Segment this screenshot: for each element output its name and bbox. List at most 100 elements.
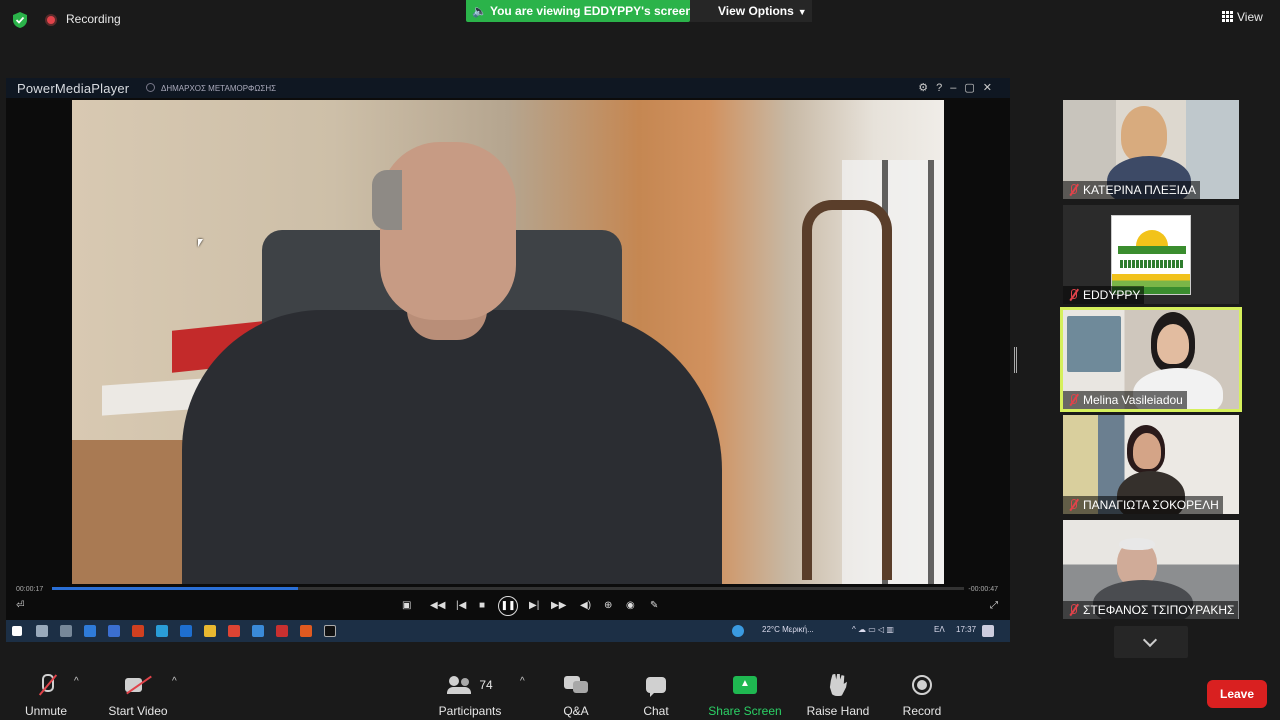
windows-start-icon[interactable]: [12, 626, 22, 636]
next-icon[interactable]: ▶|: [529, 599, 539, 613]
participant-name: ΣΤΕΦΑΝΟΣ ΤΣΙΠΟΥΡΑΚΗΣ: [1063, 601, 1239, 619]
participant-tile[interactable]: ΚΑΤΕΡΙΝΑ ΠΛΕΞΙΔΑ: [1063, 100, 1239, 199]
meeting-toolbar: Unmute ^ Start Video ^ 74 Participants ^…: [0, 662, 1280, 720]
qa-button[interactable]: Q&A: [554, 672, 598, 718]
muted-mic-icon: [35, 673, 57, 697]
media-player-name: PowerMediaPlayer: [17, 81, 130, 96]
view-options-label: View Options: [718, 4, 794, 18]
seek-progress: [52, 587, 299, 590]
fullscreen-icon[interactable]: ⤢: [990, 599, 998, 613]
pdf-icon[interactable]: [276, 625, 288, 637]
participant-name: ΚΑΤΕΡΙΝΑ ΠΛΕΞΙΔΑ: [1063, 181, 1200, 199]
edge-icon[interactable]: [156, 625, 168, 637]
participant-tile[interactable]: ΣΤΕΦΑΝΟΣ ΤΣΙΠΟΥΡΑΚΗΣ: [1063, 520, 1239, 619]
grid-icon: [1222, 11, 1233, 22]
leave-button[interactable]: Leave: [1207, 680, 1267, 708]
folder-icon[interactable]: [204, 625, 216, 637]
participant-name-text: ΣΤΕΦΑΝΟΣ ΤΣΙΠΟΥΡΑΚΗΣ: [1083, 603, 1235, 617]
chevron-down-icon: ▼: [797, 7, 807, 17]
viewing-banner-text: You are viewing EDDYPPY's screen: [489, 4, 693, 18]
pause-icon[interactable]: ❚❚: [498, 596, 518, 616]
firefox-icon[interactable]: [300, 625, 312, 637]
start-video-button[interactable]: Start Video: [104, 672, 172, 718]
stop-icon[interactable]: ■: [479, 599, 485, 613]
back-icon[interactable]: ⏎: [16, 599, 24, 613]
raise-hand-button[interactable]: Raise Hand: [804, 672, 872, 718]
help-icon[interactable]: [732, 625, 744, 637]
office-icon[interactable]: [132, 625, 144, 637]
raise-hand-icon: [829, 674, 847, 696]
participant-name-text: ΠΑΝΑΓΙΩΤΑ ΣΟΚΟΡΕΛΗ: [1083, 498, 1219, 512]
rewind-icon[interactable]: ◀◀: [430, 599, 445, 613]
share-screen-label: Share Screen: [708, 704, 782, 718]
media-player-titlebar: PowerMediaPlayer ΔΗΜΑΡΧΟΣ ΜΕΤΑΜΟΡΦΩΣΗΣ ⚙…: [6, 78, 1010, 98]
participant-name-text: Melina Vasileiadou: [1083, 393, 1183, 407]
media-file-title: ΔΗΜΑΡΧΟΣ ΜΕΤΑΜΟΡΦΩΣΗΣ: [146, 83, 276, 93]
start-video-label: Start Video: [108, 704, 168, 718]
logo-band: [1118, 246, 1186, 254]
participant-tile[interactable]: EDDYPPY: [1063, 205, 1239, 304]
muted-mic-icon: [1067, 394, 1079, 406]
video-person-body: [182, 310, 722, 584]
record-icon: [912, 675, 932, 695]
participant-name: Melina Vasileiadou: [1063, 391, 1187, 409]
participant-video-poster: [1067, 316, 1121, 372]
unmute-button[interactable]: Unmute: [18, 672, 74, 718]
qa-label: Q&A: [563, 704, 589, 718]
window-controls: ⚙?–▢✕: [918, 82, 1000, 94]
share-screen-icon: [733, 676, 757, 694]
participant-tile-active-speaker[interactable]: Melina Vasileiadou: [1060, 307, 1242, 412]
search-icon[interactable]: [36, 625, 48, 637]
notifications-icon[interactable]: [982, 625, 994, 637]
raise-hand-label: Raise Hand: [806, 704, 870, 718]
app-icon[interactable]: [84, 625, 96, 637]
outlook-icon[interactable]: [252, 625, 264, 637]
video-off-icon: [125, 676, 151, 694]
recording-label: Recording: [66, 12, 121, 26]
gallery-next-page-button[interactable]: [1114, 626, 1188, 658]
share-screen-button[interactable]: Share Screen: [706, 672, 784, 718]
chat-icon: [646, 677, 666, 697]
previous-icon[interactable]: |◀: [456, 599, 466, 613]
logo-text: [1120, 260, 1184, 268]
view-button[interactable]: View: [1214, 6, 1272, 28]
participant-video-face: [1133, 433, 1161, 469]
volume-icon[interactable]: ◀): [580, 599, 591, 613]
video-person-head: [380, 142, 516, 320]
panel-splitter-handle[interactable]: [1014, 347, 1017, 373]
video-wooden-chair: [802, 200, 892, 580]
playlist-icon[interactable]: ▣: [402, 599, 411, 613]
participant-tile[interactable]: ΠΑΝΑΓΙΩΤΑ ΣΟΚΟΡΕΛΗ: [1063, 415, 1239, 514]
participant-name-text: EDDYPPY: [1083, 288, 1141, 302]
video-options-caret-icon[interactable]: ^: [172, 676, 177, 687]
media-controls: ⏎ ▣ ◀◀ |◀ ■ ❚❚ ▶| ▶▶ ◀) ⊕ ◉ ✎ ⤢: [6, 594, 1010, 618]
disc-icon: [146, 83, 155, 92]
seek-bar[interactable]: [52, 587, 964, 590]
fast-forward-icon[interactable]: ▶▶: [551, 599, 566, 613]
participant-name: ΠΑΝΑΓΙΩΤΑ ΣΟΚΟΡΕΛΗ: [1063, 496, 1223, 514]
participant-video-hair: [1119, 538, 1155, 550]
taskbar-weather: 22°C Μερική...: [762, 625, 814, 634]
participant-name-text: ΚΑΤΕΡΙΝΑ ΠΛΕΞΙΔΑ: [1083, 183, 1196, 197]
ie-icon[interactable]: [180, 625, 192, 637]
task-view-icon[interactable]: [60, 625, 72, 637]
view-options-button[interactable]: View Options ▼: [690, 0, 812, 22]
muted-mic-icon: [1067, 289, 1079, 301]
time-elapsed: 00:00:17: [16, 586, 44, 593]
media-player-icon[interactable]: [324, 625, 336, 637]
settings-icon[interactable]: ✎: [650, 599, 658, 613]
eye-icon[interactable]: ◉: [626, 599, 635, 613]
zoom-icon[interactable]: ⊕: [604, 599, 612, 613]
participants-button[interactable]: 74 Participants: [434, 672, 506, 718]
zoom-meeting-window: Recording 🔈 You are viewing EDDYPPY's scr…: [0, 0, 1280, 720]
chrome-icon[interactable]: [228, 625, 240, 637]
audio-options-caret-icon[interactable]: ^: [74, 676, 79, 687]
security-shield-icon[interactable]: [12, 12, 28, 28]
tray-icons: ^ ☁ ▭ ◁ ▥: [852, 625, 894, 634]
word-icon[interactable]: [108, 625, 120, 637]
record-button[interactable]: Record: [898, 672, 946, 718]
viewing-screen-banner: 🔈 You are viewing EDDYPPY's screen: [466, 0, 693, 22]
chat-button[interactable]: Chat: [634, 672, 678, 718]
participants-options-caret-icon[interactable]: ^: [520, 676, 525, 687]
video-person-hair: [372, 170, 402, 230]
